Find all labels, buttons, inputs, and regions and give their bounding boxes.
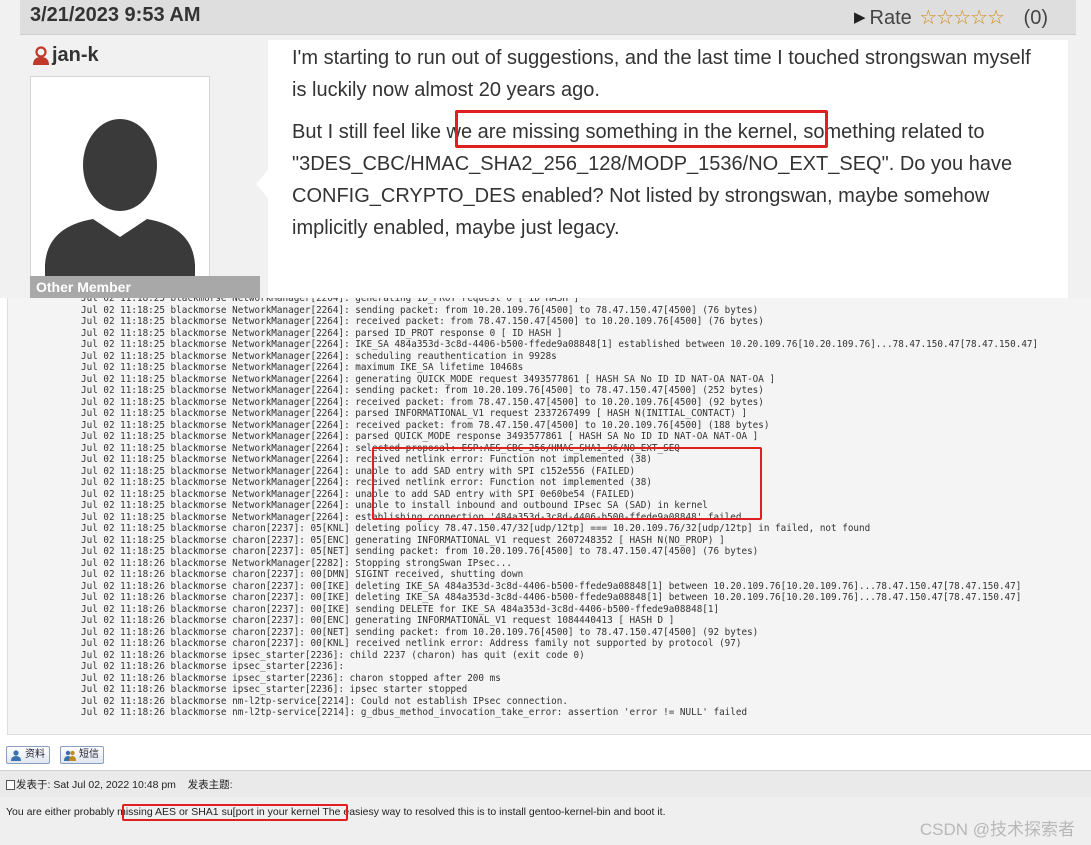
log-line: Jul 02 11:18:26 blackmorse nm-l2tp-servi… <box>81 695 568 707</box>
users-icon <box>64 750 76 761</box>
log-line: Jul 02 11:18:25 blackmorse NetworkManage… <box>81 396 764 408</box>
log-line: Jul 02 11:18:25 blackmorse NetworkManage… <box>81 304 759 316</box>
post-header: 3/21/2023 9:53 AM ▶ Rate ☆☆☆☆☆ (0) <box>20 0 1076 35</box>
post-meta: 发表于: Sat Jul 02, 2022 10:48 pm 发表主题: <box>0 770 1091 798</box>
log-line: Jul 02 11:18:26 blackmorse charon[2237]:… <box>81 626 759 638</box>
post-body: I'm starting to run out of suggestions, … <box>256 40 1068 298</box>
log-line: Jul 02 11:18:25 blackmorse NetworkManage… <box>81 339 1039 350</box>
profile-button-label: 资料 <box>25 749 45 760</box>
default-avatar-icon <box>45 119 195 293</box>
log-line: Jul 02 11:18:25 blackmorse charon[2237]:… <box>81 546 759 557</box>
pm-button[interactable]: 短信 <box>60 746 104 764</box>
author-name[interactable]: jan-k <box>52 44 99 67</box>
caret-right-icon: ▶ <box>853 9 866 26</box>
log-line: Jul 02 11:18:26 blackmorse charon[2237]:… <box>81 569 524 580</box>
highlight-box-kernel <box>455 110 828 148</box>
post-actions: 资料 短信 <box>0 740 1091 768</box>
rate-count: (0) <box>1023 7 1048 29</box>
log-line: Jul 02 11:18:25 blackmorse NetworkManage… <box>81 431 759 442</box>
log-line: Jul 02 11:18:26 blackmorse charon[2237]:… <box>81 638 742 649</box>
log-line: Jul 02 11:18:25 blackmorse NetworkManage… <box>81 373 776 385</box>
log-line: Jul 02 11:18:26 blackmorse ipsec_starter… <box>81 684 468 695</box>
log-line: Jul 02 11:18:25 blackmorse NetworkManage… <box>81 350 557 362</box>
avatar[interactable] <box>30 76 210 294</box>
post-icon <box>6 780 15 790</box>
post-meta-text: 发表于: Sat Jul 02, 2022 10:48 pm 发表主题: <box>16 779 233 791</box>
log-line: Jul 02 11:18:25 blackmorse NetworkManage… <box>81 385 764 396</box>
pm-button-label: 短信 <box>79 749 99 760</box>
log-line: Jul 02 11:18:26 blackmorse charon[2237]:… <box>81 592 1022 603</box>
author-menu[interactable]: Other Member <box>30 276 260 298</box>
log-line: Jul 02 11:18:26 blackmorse ipsec_starter… <box>81 672 501 684</box>
rate-widget[interactable]: ▶ Rate ☆☆☆☆☆ (0) <box>854 5 1048 30</box>
log-line: Jul 02 11:18:26 blackmorse charon[2237]:… <box>81 580 1022 592</box>
log-line: Jul 02 11:18:26 blackmorse nm-l2tp-servi… <box>81 707 748 718</box>
log-line: Jul 02 11:18:26 blackmorse ipsec_starter… <box>81 649 585 661</box>
user-icon <box>33 46 49 65</box>
log-output: Jul 02 11:18:25 blackmorse NetworkManage… <box>7 298 1091 735</box>
log-line: Jul 02 11:18:26 blackmorse charon[2237]:… <box>81 615 675 626</box>
log-line: Jul 02 11:18:25 blackmorse NetworkManage… <box>81 362 524 373</box>
post-date: 3/21/2023 9:53 AM <box>30 4 201 26</box>
log-line: Jul 02 11:18:25 blackmorse charon[2237]:… <box>81 534 725 546</box>
author-panel: jan-k Other Member <box>20 40 260 298</box>
log-line: Jul 02 11:18:26 blackmorse charon[2237]:… <box>81 603 720 615</box>
rate-label[interactable]: Rate <box>870 7 912 29</box>
highlight-box-aes-sha1 <box>122 804 348 821</box>
log-line: Jul 02 11:18:25 blackmorse NetworkManage… <box>81 419 770 431</box>
forum-post: 3/21/2023 9:53 AM ▶ Rate ☆☆☆☆☆ (0) jan-k … <box>0 0 1091 298</box>
log-screenshot: Jul 02 11:18:25 blackmorse NetworkManage… <box>0 298 1091 740</box>
reply-body: You are either probably missing AES or S… <box>0 797 1091 845</box>
log-line: Jul 02 11:18:25 blackmorse NetworkManage… <box>81 327 563 339</box>
highlight-box-netlink-error <box>372 447 762 520</box>
user-icon <box>11 750 21 761</box>
log-line: Jul 02 11:18:26 blackmorse ipsec_starter… <box>81 661 345 672</box>
log-line: Jul 02 11:18:26 blackmorse NetworkManage… <box>81 557 512 569</box>
post-paragraph-1: I'm starting to run out of suggestions, … <box>292 47 1031 101</box>
log-line: Jul 02 11:18:25 blackmorse NetworkManage… <box>81 316 764 327</box>
star-rating-icon[interactable]: ☆☆☆☆☆ <box>919 7 1005 29</box>
log-line: Jul 02 11:18:25 blackmorse charon[2237]:… <box>81 523 871 534</box>
profile-button[interactable]: 资料 <box>6 746 50 764</box>
bubble-tail <box>256 170 268 198</box>
watermark: CSDN @技术探索者 <box>919 820 1075 839</box>
log-line: Jul 02 11:18:25 blackmorse NetworkManage… <box>81 408 748 419</box>
